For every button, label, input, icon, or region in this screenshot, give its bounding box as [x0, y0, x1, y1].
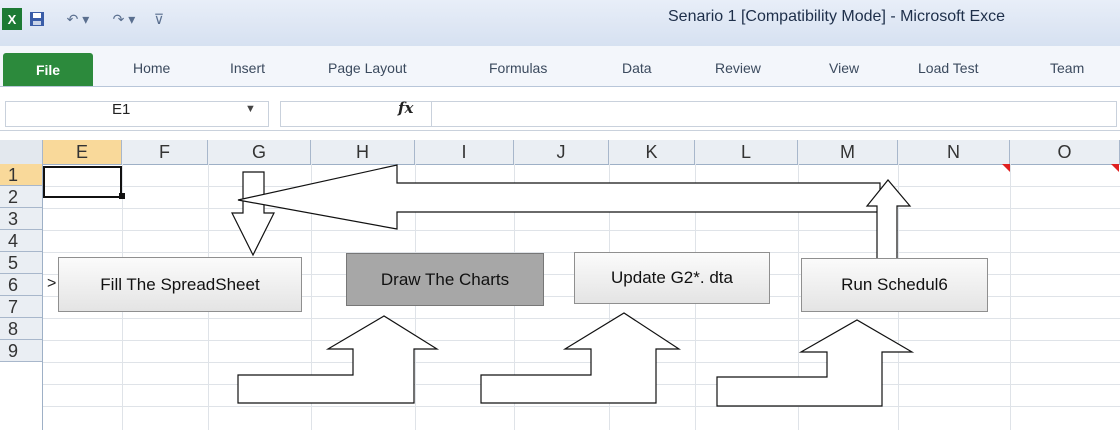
draw-charts-button[interactable]: Draw The Charts [346, 253, 544, 306]
bent-up-arrow-shape [480, 312, 682, 404]
bent-up-arrow-shape [237, 315, 440, 404]
bent-up-arrow-shape [716, 319, 915, 407]
arrow-shapes [231, 164, 915, 407]
fill-spreadsheet-button[interactable]: Fill The SpreadSheet [58, 257, 302, 312]
down-arrow-shape [231, 171, 275, 257]
left-arrow-shape [237, 164, 881, 230]
marker-text: > [47, 275, 57, 292]
update-data-button[interactable]: Update G2*. dta [574, 252, 770, 304]
run-schedule-button[interactable]: Run Schedul6 [801, 258, 988, 312]
